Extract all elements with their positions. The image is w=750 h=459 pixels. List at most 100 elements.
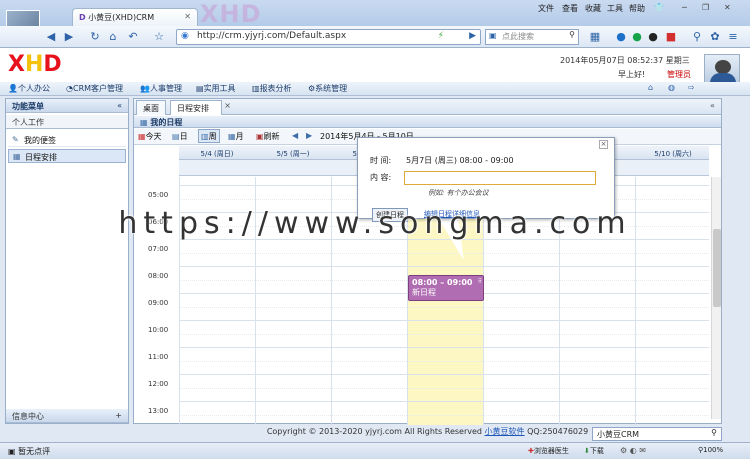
adblock-icon[interactable]: ■ [664, 30, 678, 44]
day-view-button[interactable]: ▤日 [172, 131, 188, 142]
home-nav-icon[interactable]: ⌂ [648, 83, 653, 92]
nav-personal-office[interactable]: 👤个人办公 [8, 83, 50, 94]
day-header[interactable]: 5/5 (周一) [255, 149, 331, 159]
sidebar-item-schedule[interactable]: ▦ 日程安排 [8, 149, 126, 163]
menu-view[interactable]: 查看 [562, 3, 578, 14]
zoom-icon[interactable]: ⚲ [690, 30, 704, 44]
nav-crm[interactable]: ◔CRM客户管理 [66, 83, 123, 94]
footer-copyright: Copyright © 2013-2020 yjyrj.com All Righ… [266, 427, 482, 436]
month-icon: ▦ [228, 132, 236, 141]
refresh-nav-icon[interactable]: ◍ [668, 83, 675, 92]
search-engine-icon: ▣ [489, 31, 497, 40]
menu-file[interactable]: 文件 [538, 3, 554, 14]
search-icon[interactable]: ⚲ [711, 428, 717, 437]
half-hour-line [179, 387, 709, 389]
content-tabbar [134, 99, 721, 115]
window-restore-icon[interactable]: ❐ [702, 3, 709, 12]
nav-reports[interactable]: ▥报表分析 [252, 83, 292, 94]
undo-icon[interactable]: ↶ [126, 30, 140, 44]
apps-grid-icon[interactable]: ▦ [588, 30, 602, 44]
header-logo-ghost: XHD [200, 0, 262, 28]
week-icon: ▥ [201, 132, 209, 141]
popup-content-label: 内 容: [370, 173, 392, 182]
day-header[interactable]: 5/10 (周六) [635, 149, 711, 159]
tab-favicon-icon: D [79, 13, 86, 22]
browser-statusbar: ▣ 暂无点评 ✚浏览器医生 ⬇下载 ⚙ ◐ ✉ ⚲100% [0, 442, 750, 459]
calendar-icon: ▦ [13, 152, 21, 161]
tab-schedule[interactable]: 日程安排 × [170, 100, 231, 115]
paw-icon[interactable]: ✿ [708, 30, 722, 44]
time-label: 10:00 [148, 326, 169, 334]
status-icons[interactable]: ⚙ ◐ ✉ [620, 446, 646, 455]
refresh-button[interactable]: ▣刷新 [256, 131, 280, 142]
footer-company-link[interactable]: 小黄豆软件 [485, 427, 525, 436]
today-button[interactable]: ▦今天 [138, 131, 162, 142]
exit-nav-icon[interactable]: ⇨ [688, 83, 695, 92]
month-view-button[interactable]: ▦月 [228, 131, 244, 142]
prev-week-icon[interactable]: ◀ [292, 131, 298, 140]
nav-tools[interactable]: ▤实用工具 [196, 83, 236, 94]
status-download[interactable]: ⬇下载 [584, 446, 604, 456]
popup-close-icon[interactable]: × [599, 140, 608, 149]
tab-close-icon[interactable]: ✕ [184, 12, 191, 21]
event-handle-icon[interactable]: ⠿ [478, 278, 482, 285]
address-bar[interactable]: ◉ http://crm.yjyrj.com/Default.aspx ⚡ ▶ [176, 29, 481, 45]
search-icon[interactable]: ⚲ [569, 30, 575, 39]
window-close-icon[interactable]: ✕ [724, 3, 731, 12]
favorite-star-icon[interactable]: ☆ [152, 30, 166, 44]
forward-icon[interactable]: ▶ [62, 30, 76, 44]
back-icon[interactable]: ◀ [44, 30, 58, 44]
menu-tools[interactable]: 工具 [607, 3, 623, 14]
browser-search-input[interactable]: ▣ 点此搜索 ⚲ [485, 29, 579, 45]
crm-search-input[interactable]: 小黄豆CRM ⚲ [592, 427, 722, 441]
panel-title: ▦ 我的日程 [134, 116, 721, 128]
translate-icon[interactable]: ● [630, 30, 644, 44]
sidebar-section[interactable]: 个人工作 [6, 115, 128, 129]
globe-icon[interactable]: ● [646, 30, 660, 44]
time-label: 07:00 [148, 245, 169, 253]
next-week-icon[interactable]: ▶ [306, 131, 312, 140]
header-greeting: 早上好! [618, 70, 646, 79]
popup-time-value: 5月7日 (周三) 08:00 - 09:00 [406, 156, 514, 165]
time-label: 11:00 [148, 353, 169, 361]
speed-icon[interactable]: ⚡ [438, 31, 444, 41]
skin-icon[interactable]: 👕 [654, 3, 664, 12]
menu-help[interactable]: 帮助 [629, 3, 645, 14]
page-icon: ◉ [181, 31, 189, 41]
home-icon[interactable]: ⌂ [106, 30, 120, 44]
sidebar-title: 功能菜单 « [6, 99, 128, 113]
popup-time-label: 时 间: [370, 156, 392, 165]
status-doctor[interactable]: ✚浏览器医生 [528, 446, 569, 456]
refresh-icon[interactable]: ↻ [88, 30, 102, 44]
sidebar-info-center[interactable]: 信息中心 + [6, 409, 128, 423]
status-comments[interactable]: ▣ 暂无点评 [8, 446, 50, 457]
tab-desktop[interactable]: 桌面 [136, 100, 166, 115]
browser-plugin-icon[interactable]: ● [614, 30, 628, 44]
tab-scroll-left-icon[interactable]: « [710, 101, 715, 110]
header-role[interactable]: 管理员 [667, 69, 691, 80]
menu-favorites[interactable]: 收藏 [585, 3, 601, 14]
week-view-button[interactable]: ▥周 [198, 129, 220, 143]
go-icon[interactable]: ▶ [469, 31, 476, 41]
day-icon: ▤ [172, 132, 180, 141]
day-header[interactable]: 5/4 (周日) [179, 149, 255, 159]
sidebar-item-notes[interactable]: ✎ 我的便签 [8, 133, 126, 147]
window-minimize-icon[interactable]: ─ [682, 3, 687, 12]
hour-line [179, 347, 709, 348]
collapse-icon[interactable]: « [117, 101, 122, 110]
calendar-small-icon: ▦ [140, 118, 148, 127]
header-datetime: 2014年05月07日 08:52:37 星期三 [560, 56, 690, 65]
nav-system[interactable]: ⚙系统管理 [308, 83, 347, 94]
schedule-event[interactable]: 08:00 – 09:00 新日程 ⠿ [408, 275, 484, 301]
expand-icon[interactable]: + [115, 411, 122, 420]
popup-content-input[interactable] [404, 171, 596, 185]
comment-icon: ▣ [8, 447, 16, 456]
address-text: http://crm.yjyrj.com/Default.aspx [197, 31, 347, 41]
time-label: 12:00 [148, 380, 169, 388]
tab-close-icon[interactable]: × [224, 101, 231, 110]
status-zoom[interactable]: ⚲100% [698, 446, 723, 454]
half-hour-line [179, 333, 709, 335]
browser-tab-active[interactable]: D 小黄豆(XHD)CRM ✕ [72, 8, 198, 26]
nav-hr[interactable]: 👥人事管理 [140, 83, 182, 94]
menu-icon[interactable]: ≡ [726, 30, 740, 44]
